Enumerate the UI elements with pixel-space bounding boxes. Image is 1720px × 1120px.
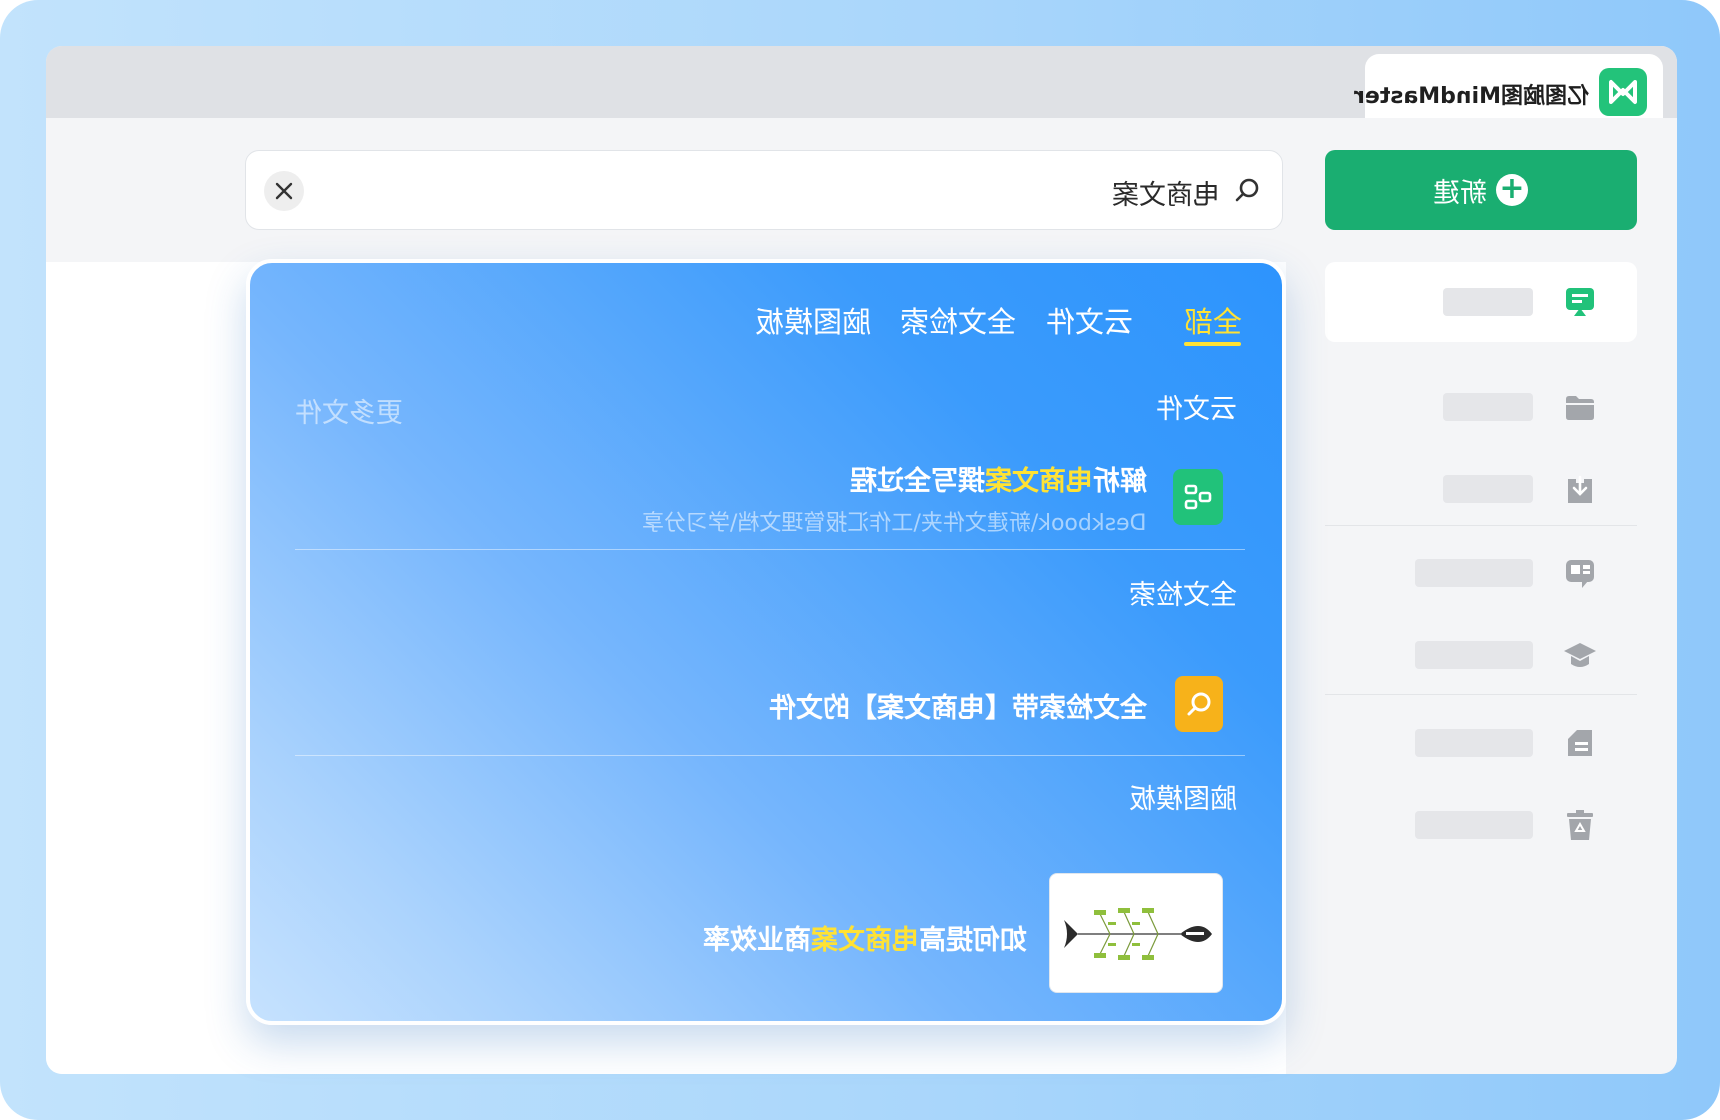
- sidebar-item-label: [1415, 811, 1533, 839]
- fulltext-result[interactable]: 全文检索带【电商文案】的文件: [769, 686, 1147, 725]
- search-icon[interactable]: [1234, 177, 1260, 207]
- sidebar-item-recent[interactable]: [1325, 262, 1637, 342]
- cloud-file-result-path: Deskbook\新建文件夹\工作汇报管理文档\学习分享: [642, 511, 1147, 536]
- fulltext-title: 全文检索: [1129, 580, 1237, 611]
- folder-icon: [1563, 390, 1597, 424]
- sidebar-item-label: [1443, 288, 1533, 316]
- sidebar-item-label: [1443, 475, 1533, 503]
- document-icon: [1563, 726, 1597, 760]
- search-input[interactable]: 电商文案: [1112, 173, 1220, 212]
- sidebar-item-label: [1415, 729, 1533, 757]
- search-bar[interactable]: 电商文案: [245, 150, 1283, 230]
- recent-files-icon: [1563, 284, 1597, 318]
- sidebar-item-label: [1415, 641, 1533, 669]
- download-icon: [1563, 472, 1597, 506]
- sidebar-divider: [1325, 525, 1637, 526]
- new-button[interactable]: 新建 +: [1325, 150, 1637, 230]
- mindmaster-logo-icon: [1599, 68, 1647, 116]
- sidebar-item-learning[interactable]: [1325, 624, 1637, 684]
- search-results-panel: 全部 云文件 全文检索 脑图模板 云文件 更多文件 解析电商文案撰写全过程 De…: [246, 259, 1286, 1025]
- more-files-link[interactable]: 更多文件: [295, 391, 403, 430]
- new-button-label: 新建: [1433, 178, 1487, 209]
- mindmap-file-icon: [1173, 469, 1223, 525]
- templates-title: 脑图模板: [1129, 784, 1237, 815]
- sidebar-divider: [1325, 694, 1637, 695]
- sidebar-item-label: [1443, 393, 1533, 421]
- recycle-bin-icon: [1563, 808, 1597, 842]
- template-result-title[interactable]: 如何提高电商文案商业效率: [703, 918, 1027, 957]
- tab-fulltext[interactable]: 全文检索: [900, 299, 1016, 341]
- tab-templates[interactable]: 脑图模板: [755, 299, 871, 341]
- tab-cloud-files[interactable]: 云文件: [1046, 299, 1133, 341]
- active-tab-indicator: [1184, 342, 1241, 346]
- message-icon: [1563, 556, 1597, 590]
- plus-circle-icon: +: [1496, 174, 1528, 206]
- sidebar-item-download[interactable]: [1325, 458, 1637, 518]
- sidebar-item-folder[interactable]: [1325, 376, 1637, 436]
- close-icon[interactable]: [264, 171, 304, 211]
- sidebar-item-document[interactable]: [1325, 712, 1637, 772]
- tab-all[interactable]: 全部: [1184, 299, 1242, 341]
- cloud-files-title: 云文件: [1156, 394, 1237, 425]
- section-divider: [295, 549, 1245, 550]
- sidebar-item-recycle-bin[interactable]: [1325, 794, 1637, 854]
- background-frame: 亿图脑图MindMaster 电商文案 新建 + 全部 云文件 全文检索 脑图模…: [0, 0, 1720, 1120]
- fishbone-diagram-thumbnail[interactable]: [1049, 873, 1223, 993]
- section-divider: [295, 755, 1245, 756]
- cloud-file-result-title[interactable]: 解析电商文案撰写全过程: [850, 459, 1147, 498]
- app-tab[interactable]: 亿图脑图MindMaster: [1354, 54, 1663, 118]
- graduation-cap-icon: [1563, 638, 1597, 672]
- app-title: 亿图脑图MindMaster: [1354, 84, 1589, 109]
- sidebar-item-message[interactable]: [1325, 542, 1637, 602]
- search-icon: [1175, 676, 1223, 732]
- sidebar-item-label: [1415, 559, 1533, 587]
- title-bar: 亿图脑图MindMaster: [46, 46, 1677, 118]
